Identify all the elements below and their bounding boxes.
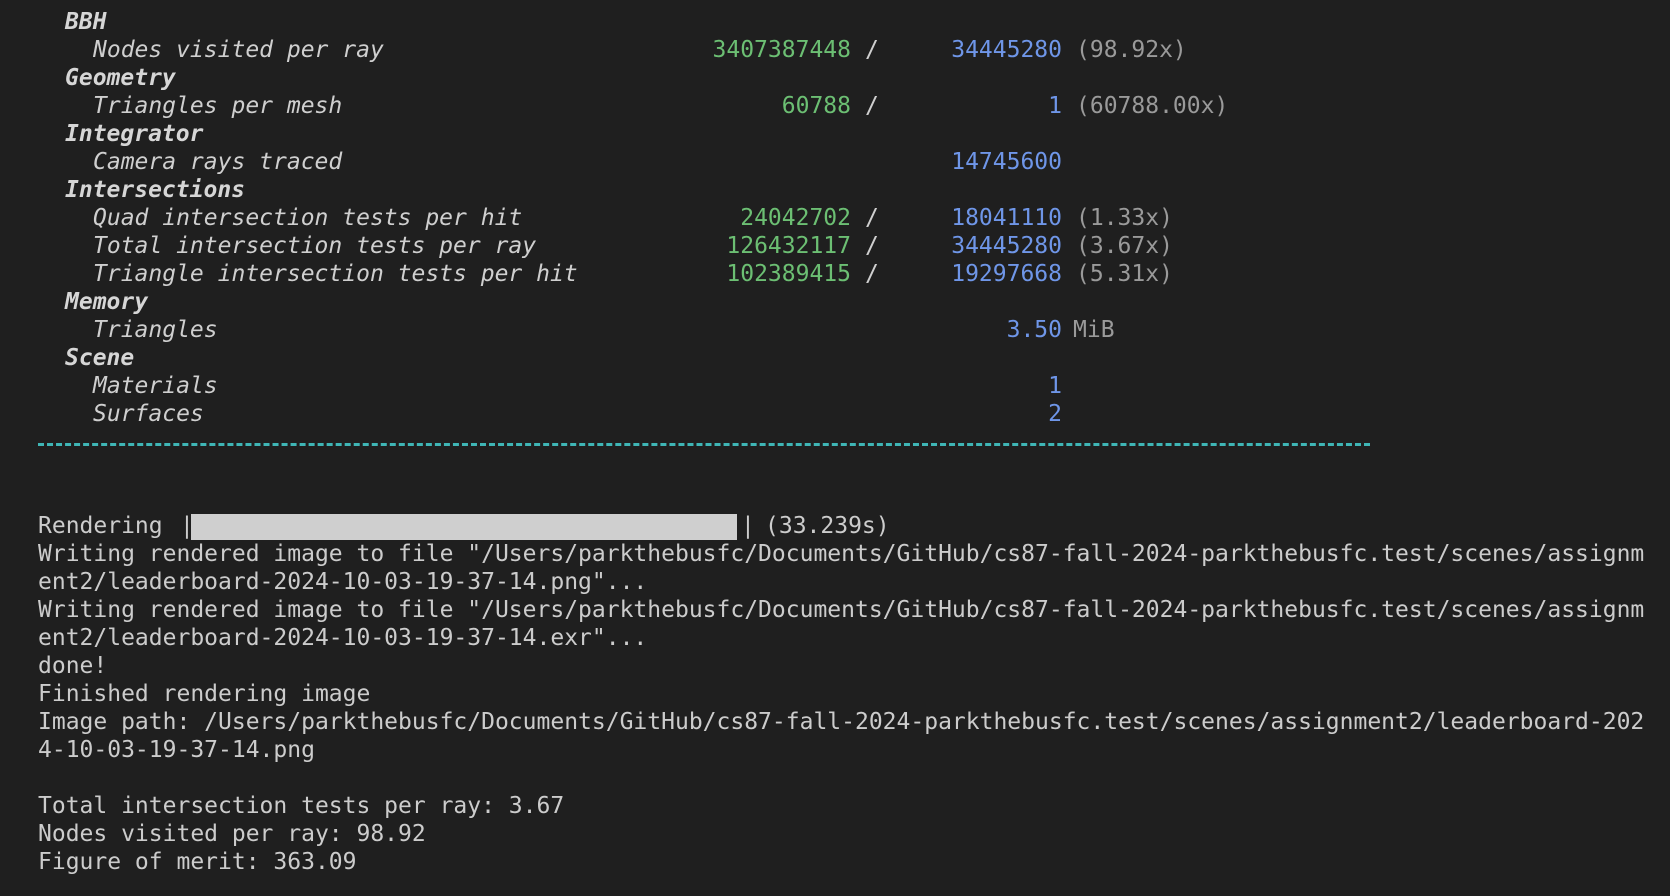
stat-ratio: (3.67x)	[1076, 233, 1173, 259]
slash: /	[865, 37, 879, 63]
stat-label: Triangle intersection tests per hit	[93, 261, 578, 287]
log-line: ent2/leaderboard-2024-10-03-19-37-14.png…	[38, 569, 648, 595]
dashed-divider	[38, 443, 1370, 446]
log-line: ent2/leaderboard-2024-10-03-19-37-14.exr…	[38, 625, 648, 651]
stat-denominator: 34445280	[951, 233, 1062, 259]
stat-label: Nodes visited per ray	[93, 37, 384, 63]
stat-unit: MiB	[1073, 317, 1115, 343]
stat-denominator: 1	[1048, 93, 1062, 119]
stat-ratio: (5.31x)	[1076, 261, 1173, 287]
slash: /	[865, 205, 879, 231]
stat-label: Quad intersection tests per hit	[93, 205, 523, 231]
stat-value: 1	[1048, 373, 1062, 399]
stat-numerator: 126432117	[726, 233, 851, 259]
stat-label: Surfaces	[93, 401, 204, 427]
render-duration: (33.239s)	[765, 513, 890, 539]
category-memory: Memory	[65, 289, 149, 315]
slash: /	[865, 261, 879, 287]
summary-line: Figure of merit: 363.09	[38, 849, 357, 875]
stat-ratio: (1.33x)	[1076, 205, 1173, 231]
progress-bar-right-edge: |	[741, 513, 755, 539]
stat-value: 2	[1048, 401, 1062, 427]
stat-ratio: (60788.00x)	[1076, 93, 1229, 119]
stat-ratio: (98.92x)	[1076, 37, 1187, 63]
log-line: Finished rendering image	[38, 681, 371, 707]
stat-denominator: 19297668	[951, 261, 1062, 287]
stat-numerator: 102389415	[726, 261, 851, 287]
log-line: done!	[38, 653, 108, 679]
progress-bar	[191, 514, 737, 540]
category-bbh: BBH	[65, 9, 107, 35]
category-integrator: Integrator	[65, 121, 204, 147]
stat-label: Materials	[93, 373, 218, 399]
stat-label: Total intersection tests per ray	[93, 233, 537, 259]
stat-denominator: 34445280	[951, 37, 1062, 63]
rendering-label: Rendering	[38, 513, 163, 539]
progress-bar-fill	[191, 514, 737, 540]
stat-label: Camera rays traced	[93, 149, 343, 175]
category-intersections: Intersections	[65, 177, 246, 203]
category-scene: Scene	[65, 345, 135, 371]
summary-line: Total intersection tests per ray: 3.67	[38, 793, 565, 819]
stat-denominator: 18041110	[951, 205, 1062, 231]
stat-value: 3.50	[1006, 317, 1062, 343]
summary-line: Nodes visited per ray: 98.92	[38, 821, 426, 847]
slash: /	[865, 233, 879, 259]
stat-value: 14745600	[951, 149, 1062, 175]
stat-label: Triangles per mesh	[93, 93, 343, 119]
stat-numerator: 3407387448	[712, 37, 851, 63]
stat-numerator: 60788	[781, 93, 851, 119]
terminal-output: BBH Nodes visited per ray 3407387448 / 3…	[0, 0, 1670, 896]
log-line: 4-10-03-19-37-14.png	[38, 737, 315, 763]
log-line: Image path: /Users/parkthebusfc/Document…	[38, 709, 1645, 735]
log-line: Writing rendered image to file "/Users/p…	[38, 541, 1645, 567]
category-geometry: Geometry	[65, 65, 176, 91]
stat-numerator: 24042702	[740, 205, 851, 231]
log-line: Writing rendered image to file "/Users/p…	[38, 597, 1645, 623]
slash: /	[865, 93, 879, 119]
stat-label: Triangles	[93, 317, 218, 343]
